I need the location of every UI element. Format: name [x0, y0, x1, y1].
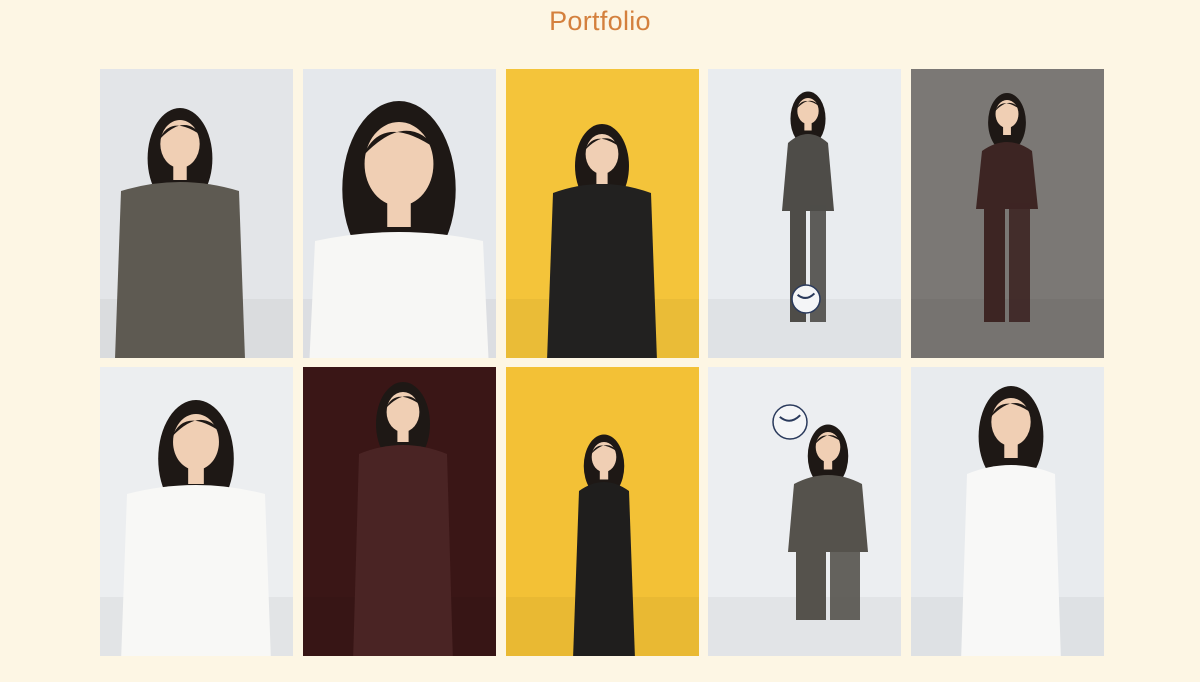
gallery-photo[interactable]: [505, 367, 699, 656]
gallery-photo[interactable]: [911, 69, 1104, 358]
portrait-image: [708, 69, 902, 358]
portrait-image: [100, 69, 293, 358]
portrait-image: [302, 69, 496, 358]
gallery-photo[interactable]: [100, 69, 293, 358]
gallery-photo[interactable]: [302, 69, 496, 358]
portrait-image: [708, 367, 902, 656]
gallery-photo[interactable]: [708, 69, 902, 358]
gallery-photo[interactable]: [911, 367, 1104, 656]
gallery-photo[interactable]: [302, 367, 496, 656]
portrait-image: [911, 69, 1104, 358]
photo-gallery: [100, 69, 1104, 656]
portrait-image: [505, 367, 699, 656]
gallery-photo[interactable]: [505, 69, 699, 358]
gallery-photo[interactable]: [708, 367, 902, 656]
gallery-photo[interactable]: [100, 367, 293, 656]
portfolio-page: Portfolio: [0, 0, 1200, 682]
portrait-image: [505, 69, 699, 358]
page-title: Portfolio: [549, 6, 651, 36]
portrait-image: [100, 367, 293, 656]
portrait-image: [302, 367, 496, 656]
portrait-image: [911, 367, 1104, 656]
